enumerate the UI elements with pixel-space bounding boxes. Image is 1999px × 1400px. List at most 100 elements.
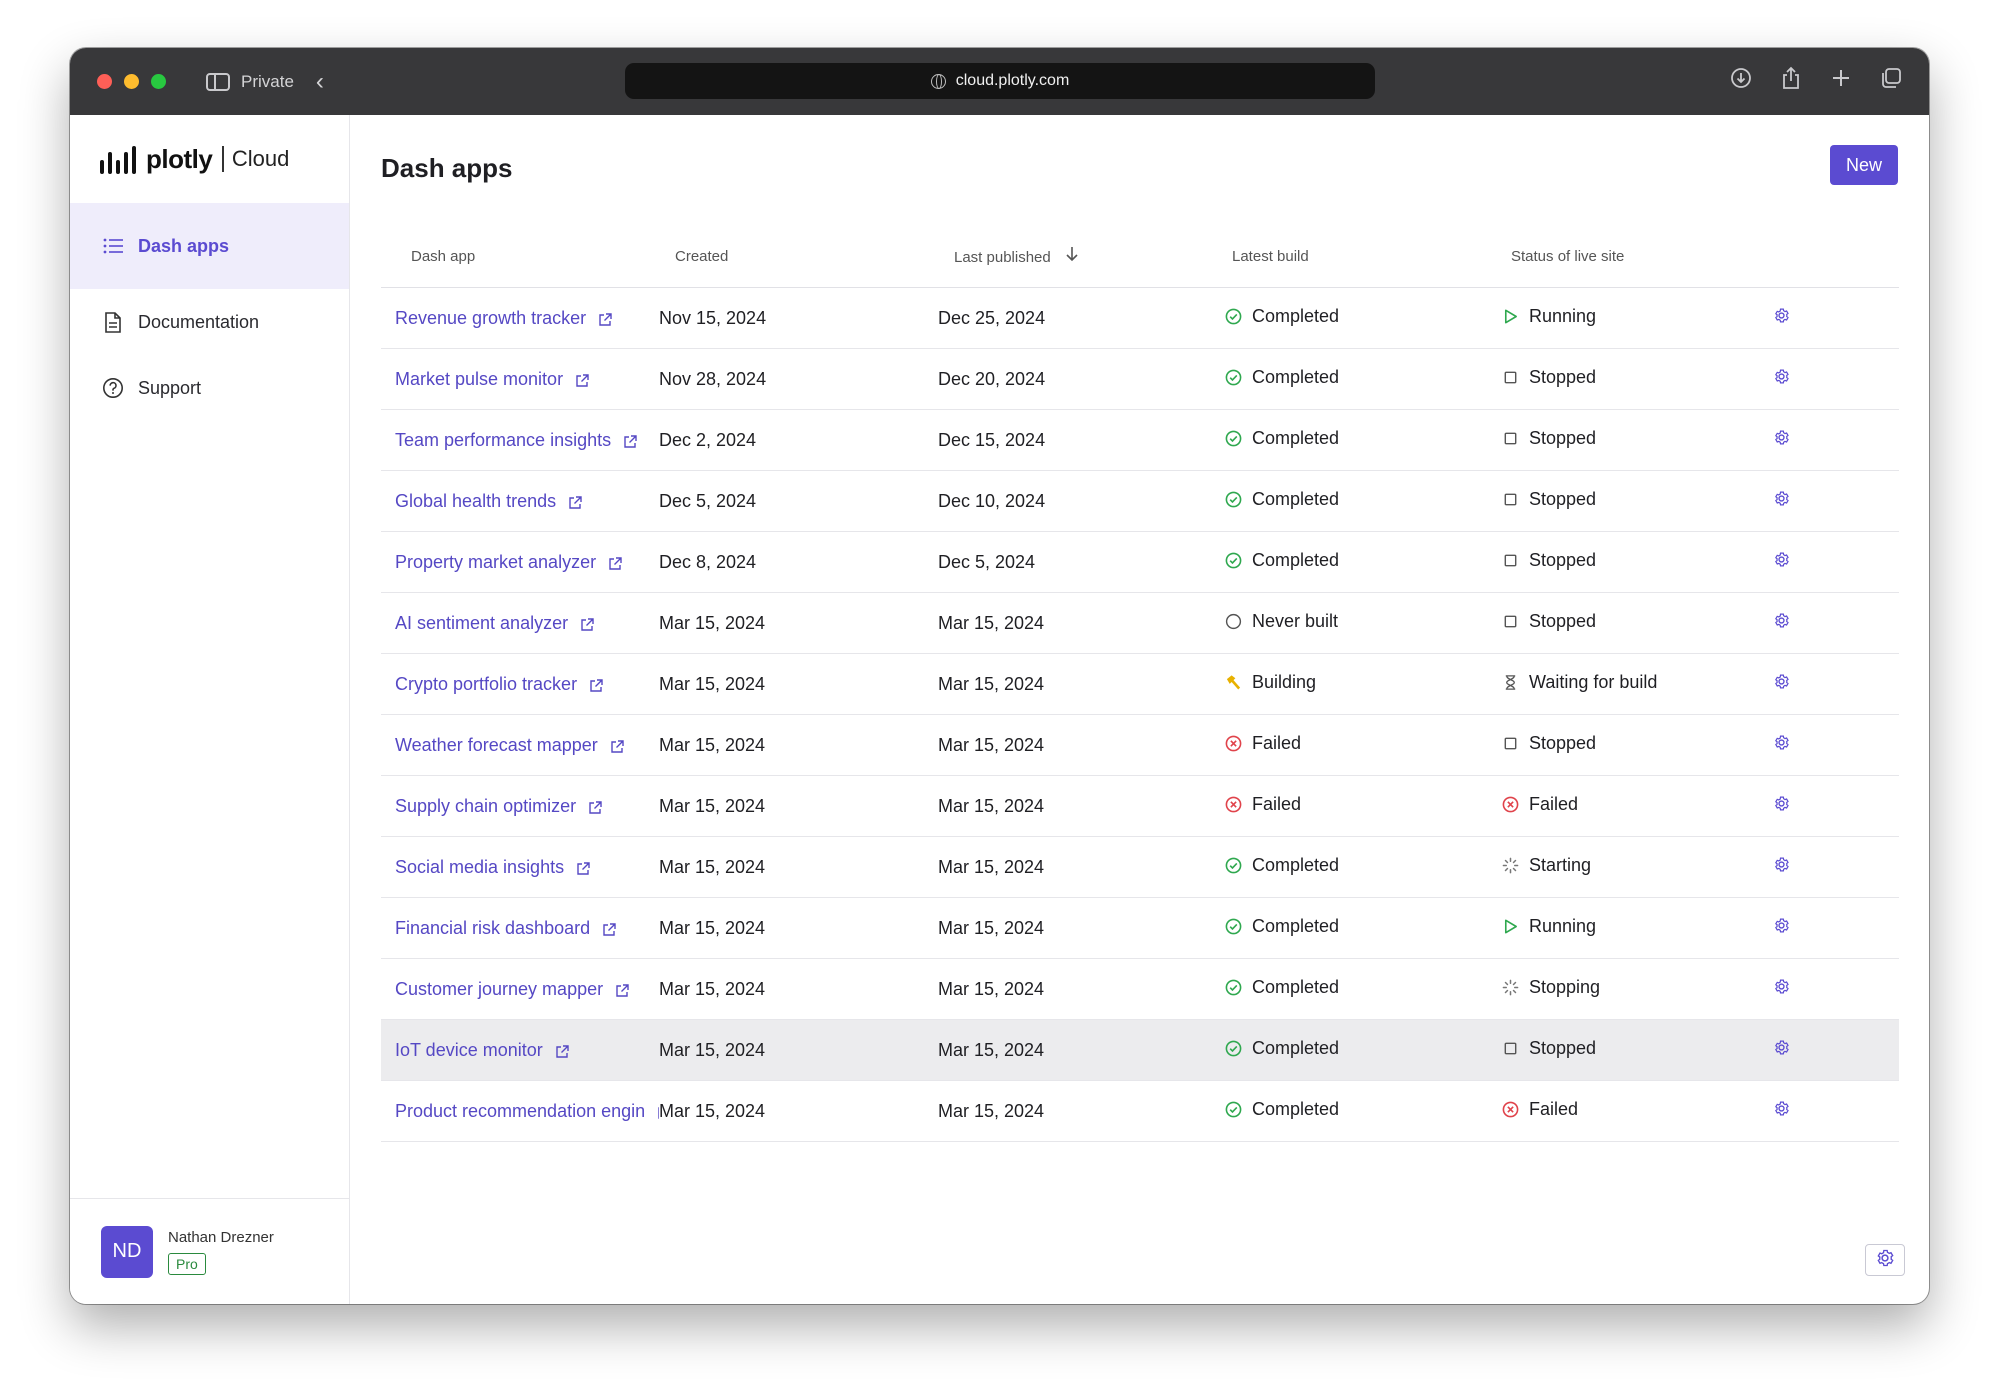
app-link[interactable]: Global health trends: [395, 491, 582, 512]
sort-descending-icon[interactable]: [1065, 246, 1079, 266]
created-date: Mar 15, 2024: [659, 734, 766, 755]
external-link-icon[interactable]: [580, 616, 594, 631]
table-row[interactable]: AI sentiment analyzer Mar 15, 2024 Mar 15,…: [381, 593, 1899, 654]
app-settings-gear-icon[interactable]: [1773, 429, 1790, 451]
external-link-icon[interactable]: [576, 860, 590, 875]
live-status: Failed: [1495, 1099, 1578, 1120]
download-icon[interactable]: [1729, 66, 1753, 90]
live-status: Stopping: [1495, 977, 1600, 998]
app-settings-gear-icon[interactable]: [1773, 917, 1790, 939]
table-row[interactable]: Team performance insights Dec 2, 2024 Dec …: [381, 410, 1899, 471]
table-row[interactable]: Customer journey mapper Mar 15, 2024 Mar 1…: [381, 959, 1899, 1020]
sidebar-item-support[interactable]: Support: [70, 355, 349, 421]
table-row[interactable]: IoT device monitor Mar 15, 2024 Mar 15, 20…: [381, 1020, 1899, 1081]
external-link-icon[interactable]: [555, 1043, 569, 1058]
settings-button[interactable]: [1865, 1244, 1905, 1276]
app-link[interactable]: Customer journey mapper: [395, 979, 629, 1000]
table-row[interactable]: Property market analyzer Dec 8, 2024 Dec 5…: [381, 532, 1899, 593]
stop-square-icon: [1502, 735, 1519, 752]
table-row[interactable]: Social media insights Mar 15, 2024 Mar 15,…: [381, 837, 1899, 898]
external-link-icon[interactable]: [615, 982, 629, 997]
zoom-window-button[interactable]: [151, 74, 166, 89]
new-app-button[interactable]: New: [1830, 145, 1898, 185]
external-link-icon[interactable]: [623, 433, 637, 448]
table-row[interactable]: Revenue growth tracker Nov 15, 2024 Dec 25…: [381, 288, 1899, 349]
app-link[interactable]: Product recommendation engin: [395, 1101, 659, 1122]
external-link-icon[interactable]: [602, 921, 616, 936]
app-link[interactable]: Market pulse monitor: [395, 369, 589, 390]
sidebar-toggle-icon[interactable]: [206, 72, 230, 91]
app-settings-gear-icon[interactable]: [1773, 1100, 1790, 1122]
table-row[interactable]: Market pulse monitor Nov 28, 2024 Dec 20, …: [381, 349, 1899, 410]
app-settings-gear-icon[interactable]: [1773, 612, 1790, 634]
brand-logo[interactable]: plotly Cloud: [70, 115, 349, 203]
published-date: Mar 15, 2024: [938, 1100, 1045, 1121]
empty-circle-icon: [1225, 613, 1242, 630]
check-circle-icon: [1225, 308, 1242, 325]
app-name: Team performance insights: [395, 429, 612, 450]
app-name: Social media insights: [395, 856, 565, 877]
app-settings-gear-icon[interactable]: [1773, 307, 1790, 329]
external-link-icon[interactable]: [610, 738, 624, 753]
app-link[interactable]: Crypto portfolio tracker: [395, 674, 603, 695]
column-header-created[interactable]: Created: [659, 248, 938, 265]
external-link-icon[interactable]: [608, 555, 622, 570]
app-settings-gear-icon[interactable]: [1773, 795, 1790, 817]
external-link-icon[interactable]: [568, 494, 582, 509]
close-window-button[interactable]: [97, 74, 112, 89]
back-icon[interactable]: ‹: [316, 69, 324, 94]
external-link-icon[interactable]: [598, 311, 612, 326]
table-row[interactable]: Supply chain optimizer Mar 15, 2024 Mar 15…: [381, 776, 1899, 837]
check-circle-icon: [1225, 491, 1242, 508]
table-row[interactable]: Global health trends Dec 5, 2024 Dec 10, 2…: [381, 471, 1899, 532]
build-status: Completed: [1216, 977, 1339, 998]
address-bar[interactable]: cloud.plotly.com: [625, 63, 1375, 99]
app-link[interactable]: Weather forecast mapper: [395, 735, 624, 756]
brand-divider: [222, 146, 224, 172]
sidebar-item-dash-apps[interactable]: Dash apps: [70, 203, 349, 289]
spinner-icon: [1502, 979, 1519, 996]
app-settings-gear-icon[interactable]: [1773, 673, 1790, 695]
table-row[interactable]: Weather forecast mapper Mar 15, 2024 Mar 1…: [381, 715, 1899, 776]
app-link[interactable]: Financial risk dashboard: [395, 918, 616, 939]
gear-icon: [1875, 1248, 1895, 1273]
app-settings-gear-icon[interactable]: [1773, 734, 1790, 756]
column-header-latest-build[interactable]: Latest build: [1216, 248, 1495, 265]
created-date: Nov 28, 2024: [659, 368, 767, 389]
app-link[interactable]: Team performance insights: [395, 430, 637, 451]
build-status-text: Completed: [1252, 1038, 1340, 1058]
external-link-icon[interactable]: [575, 372, 589, 387]
share-icon[interactable]: [1779, 66, 1803, 90]
app-settings-gear-icon[interactable]: [1773, 490, 1790, 512]
app-link[interactable]: Social media insights: [395, 857, 590, 878]
app-settings-gear-icon[interactable]: [1773, 551, 1790, 573]
tab-overview-icon[interactable]: [1879, 66, 1903, 90]
table-row[interactable]: Financial risk dashboard Mar 15, 2024 Mar …: [381, 898, 1899, 959]
user-profile[interactable]: ND Nathan Drezner Pro: [70, 1198, 349, 1304]
app-settings-gear-icon[interactable]: [1773, 978, 1790, 1000]
column-header-last-published[interactable]: Last published: [938, 246, 1216, 266]
created-date: Dec 5, 2024: [659, 490, 757, 511]
app-settings-gear-icon[interactable]: [1773, 856, 1790, 878]
sidebar-item-label: Support: [138, 377, 202, 398]
app-link[interactable]: Supply chain optimizer: [395, 796, 602, 817]
minimize-window-button[interactable]: [124, 74, 139, 89]
column-header-label: Last published: [954, 249, 1051, 266]
created-date: Mar 15, 2024: [659, 673, 766, 694]
table-row[interactable]: Crypto portfolio tracker Mar 15, 2024 Mar …: [381, 654, 1899, 715]
app-link[interactable]: IoT device monitor: [395, 1040, 569, 1061]
app-link[interactable]: AI sentiment analyzer: [395, 613, 594, 634]
list-icon: [102, 235, 124, 257]
external-link-icon[interactable]: [588, 799, 602, 814]
live-status: Running: [1495, 306, 1596, 327]
column-header-dash-app[interactable]: Dash app: [381, 248, 659, 265]
external-link-icon[interactable]: [589, 677, 603, 692]
table-row[interactable]: Product recommendation engin Mar 15, 2024…: [381, 1081, 1899, 1142]
app-settings-gear-icon[interactable]: [1773, 368, 1790, 390]
app-link[interactable]: Revenue growth tracker: [395, 308, 612, 329]
app-link[interactable]: Property market analyzer: [395, 552, 622, 573]
column-header-status[interactable]: Status of live site: [1495, 248, 1773, 265]
sidebar-item-documentation[interactable]: Documentation: [70, 289, 349, 355]
new-tab-icon[interactable]: [1829, 66, 1853, 90]
app-settings-gear-icon[interactable]: [1773, 1039, 1790, 1061]
